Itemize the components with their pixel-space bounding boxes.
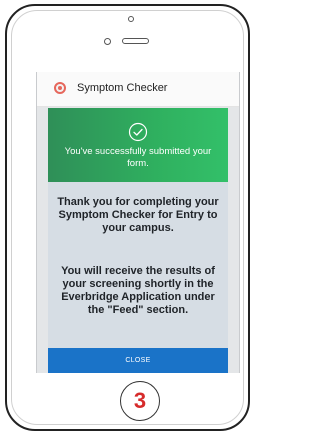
success-banner: You've successfully submitted your form.: [48, 108, 228, 182]
app-logo-icon: [54, 82, 66, 94]
front-sensor-icon: [104, 38, 111, 45]
thanks-message: Thank you for completing your Symptom Ch…: [57, 196, 219, 234]
results-message: You will receive the results of your scr…: [61, 265, 215, 316]
phone-screen: Symptom Checker You've successfully subm…: [36, 72, 240, 373]
app-header: Symptom Checker: [37, 72, 239, 107]
close-button[interactable]: CLOSE: [48, 348, 228, 373]
app-title: Symptom Checker: [77, 82, 168, 94]
speaker-grille: [122, 38, 149, 44]
success-message: You've successfully submitted your form.: [64, 146, 212, 169]
step-number-label: 3: [133, 388, 147, 413]
camera-icon: [128, 16, 134, 22]
check-circle-icon: [128, 122, 148, 142]
confirmation-card: You've successfully submitted your form.…: [48, 108, 228, 373]
